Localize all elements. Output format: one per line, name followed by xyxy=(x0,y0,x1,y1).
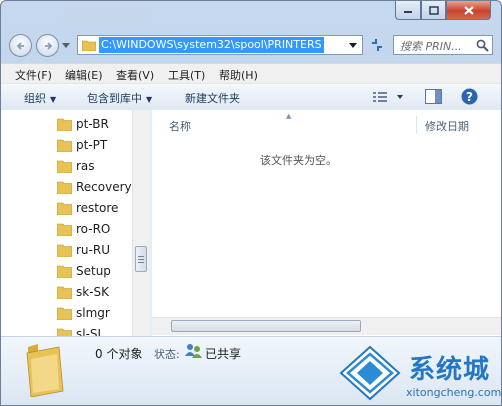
folder-icon xyxy=(57,223,72,236)
nav-folder-label: ras xyxy=(76,159,95,173)
nav-folder-label: Recovery xyxy=(76,180,132,194)
scrollbar-thumb[interactable] xyxy=(171,320,361,332)
organize-label: 组织 xyxy=(24,92,46,105)
svg-text:?: ? xyxy=(466,90,473,104)
nav-folder-label: pt-PT xyxy=(76,138,108,152)
file-list[interactable]: ▲ 名称 修改日期 该文件夹为空。 xyxy=(152,110,501,336)
menu-view[interactable]: 查看(V) xyxy=(116,67,154,83)
title-area xyxy=(61,5,151,19)
shared-users-icon xyxy=(185,344,202,358)
history-dropdown-icon[interactable] xyxy=(62,43,70,49)
address-dropdown-button[interactable] xyxy=(346,38,360,52)
explorer-window: C:\WINDOWS\system32\spool\PRINTERS 搜索 PR… xyxy=(0,0,502,406)
include-label: 包含到库中 xyxy=(87,92,142,105)
preview-pane-icon[interactable] xyxy=(425,89,442,104)
column-header-name[interactable]: 名称 xyxy=(169,118,191,134)
view-options-icon[interactable] xyxy=(373,91,403,103)
content-area: pt-BR pt-PT ras Recovery restore ro-RO r… xyxy=(1,110,501,341)
column-divider[interactable] xyxy=(416,116,417,134)
new-folder-button[interactable]: 新建文件夹 xyxy=(185,90,240,106)
maximize-button[interactable] xyxy=(421,1,446,20)
help-icon[interactable]: ? xyxy=(461,88,478,105)
nav-folder-label: ru-RU xyxy=(76,243,110,257)
chevron-down-icon: ▼ xyxy=(146,95,153,104)
menu-bar: 文件(F) 编辑(E) 查看(V) 工具(T) 帮助(H) xyxy=(1,63,501,84)
search-placeholder: 搜索 PRIN... xyxy=(400,40,462,53)
nav-folder-label: Setup xyxy=(76,264,111,278)
address-path[interactable]: C:\WINDOWS\system32\spool\PRINTERS xyxy=(99,37,324,53)
organize-button[interactable]: 组织 ▼ xyxy=(24,90,56,106)
object-count: 0 个对象 xyxy=(95,347,143,361)
nav-folder-label: ro-RO xyxy=(76,222,111,236)
horizontal-scrollbar[interactable] xyxy=(152,317,501,335)
close-button[interactable] xyxy=(446,1,491,20)
chevron-down-icon: ▼ xyxy=(50,95,57,104)
folder-icon xyxy=(57,265,72,278)
refresh-button[interactable] xyxy=(365,35,389,55)
minimize-button[interactable] xyxy=(395,1,421,20)
menu-help[interactable]: 帮助(H) xyxy=(219,67,258,83)
empty-folder-message: 该文件夹为空。 xyxy=(260,154,337,167)
scrollbar-thumb[interactable] xyxy=(135,246,147,272)
search-box[interactable]: 搜索 PRIN... xyxy=(393,35,493,55)
brand-logo-icon xyxy=(339,345,401,401)
menu-file[interactable]: 文件(F) xyxy=(15,67,52,83)
search-icon xyxy=(476,39,489,52)
nav-folder-label: pt-BR xyxy=(76,117,109,131)
include-in-library-button[interactable]: 包含到库中 ▼ xyxy=(87,90,152,106)
column-header-row: ▲ 名称 修改日期 xyxy=(152,112,501,136)
watermark: 系统城 xitongcheng.com xyxy=(337,341,501,405)
forward-arrow-icon xyxy=(44,41,52,50)
nav-folder-label: sk-SK xyxy=(76,285,110,299)
close-icon xyxy=(463,5,474,15)
navigation-pane[interactable]: pt-BR pt-PT ras Recovery restore ro-RO r… xyxy=(1,110,150,341)
folder-icon xyxy=(82,40,96,51)
shared-status: 已共享 xyxy=(205,347,242,361)
folder-icon xyxy=(26,344,64,397)
folder-icon xyxy=(57,118,72,131)
back-button[interactable] xyxy=(9,34,32,57)
menu-tools[interactable]: 工具(T) xyxy=(168,67,205,83)
back-arrow-icon xyxy=(16,41,24,50)
sort-indicator-icon: ▲ xyxy=(286,112,292,120)
watermark-brand: 系统城 xyxy=(409,355,491,385)
chevron-down-icon xyxy=(349,42,357,48)
maximize-icon xyxy=(428,5,439,15)
nav-folder-label: slmgr xyxy=(76,306,110,320)
minimize-icon xyxy=(404,11,412,13)
folder-icon xyxy=(57,307,72,320)
folder-icon xyxy=(57,160,72,173)
forward-button[interactable] xyxy=(36,34,59,57)
grip-icon xyxy=(138,255,144,263)
column-header-date[interactable]: 修改日期 xyxy=(425,118,469,134)
navigation-scrollbar[interactable] xyxy=(132,110,150,336)
folder-icon xyxy=(57,286,72,299)
title-bar xyxy=(1,1,501,29)
folder-icon xyxy=(57,202,72,215)
state-label: 状态: xyxy=(154,348,180,361)
command-bar: 组织 ▼ 包含到库中 ▼ 新建文件夹 ? xyxy=(1,83,501,112)
folder-icon xyxy=(57,139,72,152)
nav-folder-label: restore xyxy=(76,201,119,215)
menu-edit[interactable]: 编辑(E) xyxy=(65,67,103,83)
folder-icon xyxy=(57,181,72,194)
folder-icon xyxy=(57,244,72,257)
refresh-icon xyxy=(372,39,382,51)
address-row: C:\WINDOWS\system32\spool\PRINTERS 搜索 PR… xyxy=(1,31,501,61)
watermark-url: xitongcheng.com xyxy=(406,386,502,399)
address-bar[interactable]: C:\WINDOWS\system32\spool\PRINTERS xyxy=(77,35,363,55)
